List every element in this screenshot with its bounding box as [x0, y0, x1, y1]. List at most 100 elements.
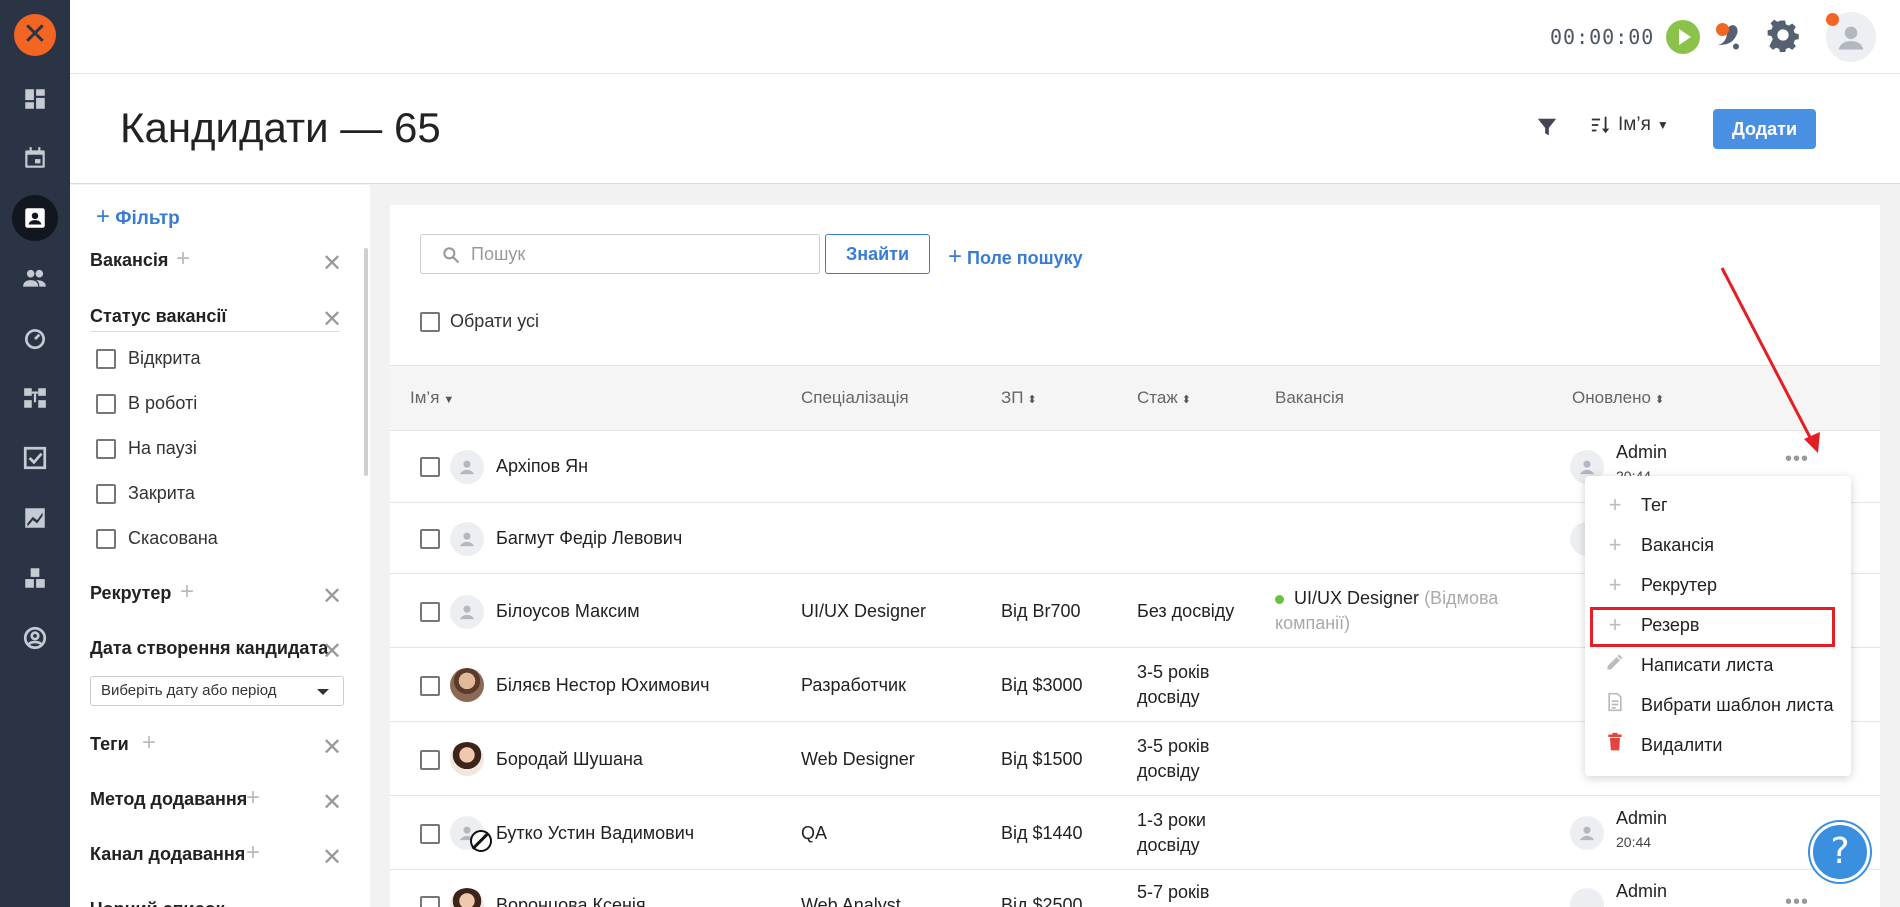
candidate-name[interactable]: Багмут Федір Левович: [496, 526, 682, 551]
status-option[interactable]: Закрита: [96, 483, 195, 504]
candidate-name[interactable]: Архіпов Ян: [496, 454, 588, 479]
gauge-icon[interactable]: [12, 315, 58, 361]
remove-vacancy-status-filter-icon[interactable]: ✕: [322, 305, 342, 334]
chevron-down-icon: ▼: [1656, 118, 1669, 132]
candidates-icon[interactable]: [12, 195, 58, 241]
row-checkbox[interactable]: [420, 750, 440, 770]
row-checkbox[interactable]: [420, 896, 440, 907]
menu-item-tag[interactable]: + Тег: [1605, 490, 1668, 520]
experience-line: досвіду: [1137, 835, 1200, 855]
app-logo[interactable]: ✕: [14, 14, 56, 56]
remove-add-method-filter-icon[interactable]: ✕: [322, 788, 342, 817]
menu-item-recruiter[interactable]: + Рекрутер: [1605, 570, 1717, 600]
table-row[interactable]: Бутко Устин Вадимович QA Від $1440 1-3 р…: [390, 797, 1880, 870]
candidate-experience: 5-7 років: [1137, 882, 1210, 902]
row-checkbox[interactable]: [420, 602, 440, 622]
checkbox[interactable]: [96, 348, 116, 369]
add-recruiter-filter-icon[interactable]: +: [180, 578, 194, 606]
table-row[interactable]: Воронцова Ксенія Web Analyst Від $2500 5…: [390, 871, 1880, 907]
filter-tags-label: Теги: [90, 734, 129, 754]
status-option-label: Закрита: [128, 483, 195, 503]
candidate-specialization: UI/UX Designer: [801, 601, 927, 621]
filter-scrollbar[interactable]: [364, 248, 368, 476]
menu-item-vacancy[interactable]: + Вакансія: [1605, 530, 1714, 560]
notifications-icon[interactable]: [1712, 18, 1748, 54]
select-all-checkbox[interactable]: [420, 311, 440, 332]
column-experience[interactable]: Стаж ⬍: [1137, 388, 1191, 408]
remove-vacancy-filter-icon[interactable]: ✕: [322, 249, 342, 278]
add-candidate-button[interactable]: Додати: [1713, 109, 1816, 149]
menu-item-label: Вибрати шаблон листа: [1641, 694, 1834, 715]
status-option[interactable]: Скасована: [96, 528, 218, 549]
top-bar: 00:00:00: [70, 0, 1900, 74]
checkbox[interactable]: [96, 528, 116, 549]
reports-icon[interactable]: [12, 495, 58, 541]
checkbox[interactable]: [96, 393, 116, 414]
column-salary[interactable]: ЗП ⬍: [1001, 388, 1037, 408]
filter-black-list-label: Чорний список: [90, 899, 225, 907]
row-actions-icon[interactable]: •••: [1785, 891, 1809, 907]
add-filter-button[interactable]: + Фільтр: [96, 203, 180, 231]
sort-order-icon: [1591, 116, 1610, 134]
add-tags-filter-icon[interactable]: +: [142, 729, 156, 757]
status-option[interactable]: На паузі: [96, 438, 197, 459]
filter-add-method-label: Метод додавання: [90, 789, 248, 809]
checkbox[interactable]: [96, 483, 116, 504]
row-checkbox[interactable]: [420, 457, 440, 477]
menu-item-delete[interactable]: Видалити: [1605, 730, 1722, 760]
dashboard-icon[interactable]: [12, 76, 58, 122]
date-period-select[interactable]: Виберіть дату або період: [90, 676, 344, 706]
candidate-name[interactable]: Бутко Устин Вадимович: [496, 821, 694, 846]
page-header: Кандидати — 65 Ім’я ▼ Додати •••: [70, 74, 1900, 184]
remove-recruiter-filter-icon[interactable]: ✕: [322, 582, 342, 611]
menu-item-write-letter[interactable]: Написати листа: [1605, 650, 1773, 680]
profile-icon[interactable]: [12, 615, 58, 661]
vacancy-name: UI/UX Designer: [1294, 588, 1420, 608]
candidate-salary: Від Br700: [1001, 601, 1081, 621]
users-icon[interactable]: [12, 255, 58, 301]
tasks-icon[interactable]: [12, 435, 58, 481]
add-vacancy-filter-icon[interactable]: +: [176, 245, 190, 273]
row-checkbox[interactable]: [420, 529, 440, 549]
status-option[interactable]: Відкрита: [96, 348, 201, 369]
column-updated[interactable]: Оновлено ⬍: [1572, 388, 1664, 408]
checkbox[interactable]: [96, 438, 116, 459]
status-option[interactable]: В роботі: [96, 393, 197, 414]
filter-recruiter-label: Рекрутер: [90, 583, 172, 603]
remove-creation-date-filter-icon[interactable]: ✕: [322, 637, 342, 666]
add-method-filter-icon[interactable]: +: [246, 784, 260, 812]
add-search-field-button[interactable]: + Поле пошуку: [948, 243, 1083, 271]
candidate-photo: [450, 668, 484, 702]
column-name[interactable]: Ім’я ▼: [410, 388, 454, 408]
plus-icon: +: [1608, 572, 1622, 597]
workflow-icon[interactable]: [12, 375, 58, 421]
menu-item-label: Написати листа: [1641, 654, 1774, 675]
remove-tags-filter-icon[interactable]: ✕: [322, 733, 342, 762]
search-input[interactable]: Пошук: [420, 234, 820, 274]
select-all[interactable]: Обрати усі: [420, 311, 539, 332]
sort-control[interactable]: Ім’я ▼: [1590, 114, 1669, 136]
search-field-label: Поле пошуку: [967, 248, 1083, 268]
row-checkbox[interactable]: [420, 824, 440, 844]
row-checkbox[interactable]: [420, 676, 440, 696]
calendar-icon[interactable]: [12, 135, 58, 181]
table-header: Ім’я ▼ Спеціалізація ЗП ⬍ Стаж ⬍ Вакансія О…: [390, 365, 1880, 431]
help-button[interactable]: ?: [1810, 822, 1870, 882]
candidate-name[interactable]: Білоусов Максим: [496, 599, 640, 624]
candidate-avatar: [450, 595, 484, 629]
candidate-name[interactable]: Біляєв Нестор Юхимович: [496, 673, 710, 698]
search-icon: [443, 247, 460, 264]
filter-funnel-icon[interactable]: [1536, 116, 1558, 138]
menu-item-choose-template[interactable]: Вибрати шаблон листа: [1605, 690, 1834, 720]
candidate-name[interactable]: Воронцова Ксенія: [496, 893, 646, 907]
remove-add-channel-filter-icon[interactable]: ✕: [322, 843, 342, 872]
settings-gear-icon[interactable]: [1766, 18, 1802, 54]
candidate-vacancy[interactable]: UI/UX Designer (Відмова компанії): [1275, 586, 1575, 636]
candidate-name[interactable]: Бородай Шушана: [496, 747, 643, 772]
candidate-specialization: Web Analyst: [801, 895, 901, 907]
integrations-icon[interactable]: [12, 555, 58, 601]
find-button[interactable]: Знайти: [825, 234, 930, 274]
add-channel-filter-icon[interactable]: +: [246, 839, 260, 867]
select-all-label: Обрати усі: [450, 311, 540, 331]
timer-play-button[interactable]: [1666, 20, 1700, 54]
